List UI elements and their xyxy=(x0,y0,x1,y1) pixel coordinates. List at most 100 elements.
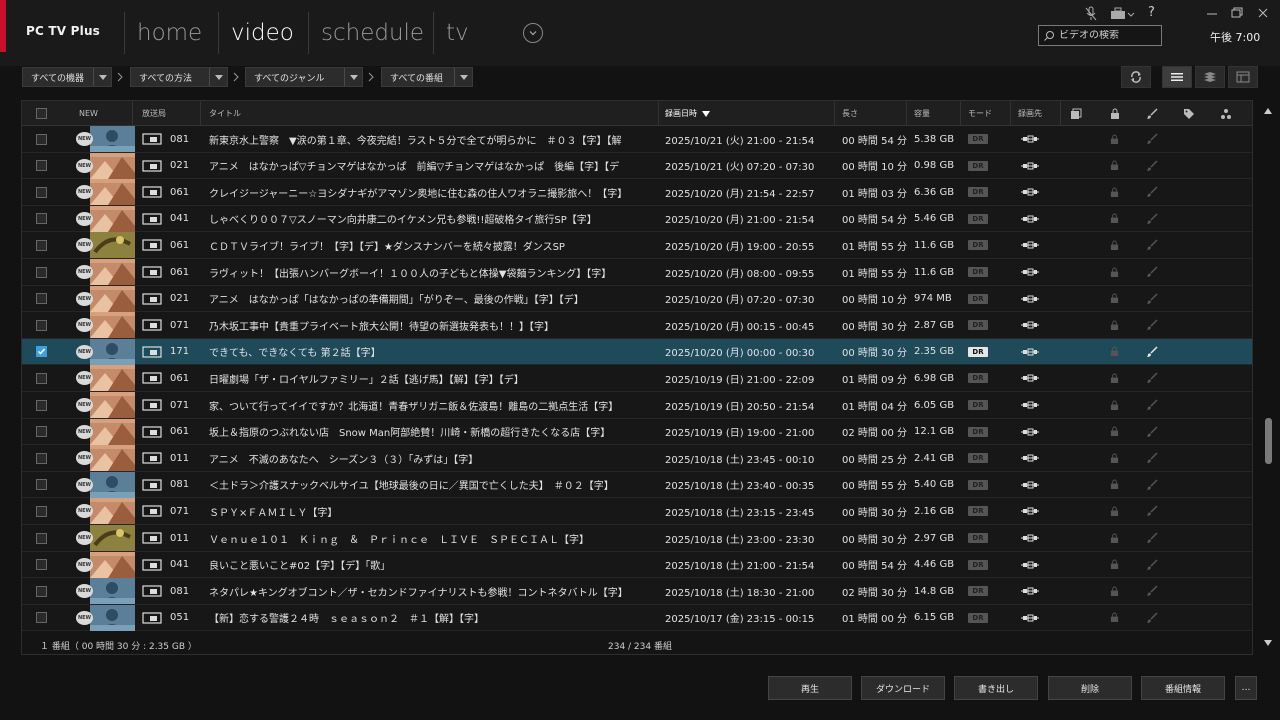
restore-icon[interactable] xyxy=(1230,6,1244,20)
table-row[interactable]: NEW 061 ＣＤＴＶライブ！ライブ！【字】【デ】★ダンスナンバーを続々披露！ダン… xyxy=(22,232,1252,259)
brush-icon[interactable] xyxy=(1146,392,1158,418)
row-checkbox[interactable] xyxy=(36,153,47,179)
tab-video[interactable]: video xyxy=(218,12,308,54)
row-checkbox[interactable] xyxy=(36,179,47,205)
lock-icon[interactable] xyxy=(1110,232,1119,258)
delete-button[interactable]: 削除 xyxy=(1048,676,1132,700)
row-checkbox[interactable] xyxy=(36,419,47,445)
table-row[interactable]: NEW 041 良いこと悪いこと#02【字】【デ】「歌」 2025/10/18 (土)… xyxy=(22,551,1252,579)
lock-icon[interactable] xyxy=(1110,259,1119,285)
lock-icon[interactable] xyxy=(1110,578,1119,604)
scroll-up-icon[interactable] xyxy=(1264,108,1272,114)
row-checkbox[interactable] xyxy=(36,206,47,232)
brush-icon[interactable] xyxy=(1146,312,1158,338)
table-row[interactable]: NEW 021 アニメ はなかっぱ「はなかっぱの準備期間」「がりぞー、最後の作戦」【… xyxy=(22,285,1252,313)
table-row[interactable]: NEW 011 Ｖｅｎｕｅ１０１ Ｋｉｎｇ ＆ Ｐｒｉｎｃｅ ＬＩＶＥ ＳＰＥＣＩＡ… xyxy=(22,525,1252,552)
brush-icon[interactable] xyxy=(1146,286,1158,312)
mic-off-icon[interactable] xyxy=(1084,6,1098,22)
table-row[interactable]: NEW 081 ＜土ドラ＞介護スナックベルサイユ【地球最後の日に／異国で亡くした夫】… xyxy=(22,471,1252,499)
lock-icon[interactable] xyxy=(1110,605,1119,631)
row-checkbox[interactable] xyxy=(36,498,47,524)
table-row[interactable]: NEW 061 日曜劇場「ザ・ロイヤルファミリー」２話【逃げ馬】【解】【字】【デ】 2… xyxy=(22,365,1252,392)
view-list-button[interactable] xyxy=(1162,66,1192,88)
filter-program[interactable]: すべての番組 xyxy=(381,67,473,87)
lock-icon[interactable] xyxy=(1110,498,1119,524)
brush-icon[interactable] xyxy=(1146,578,1158,604)
lock-icon[interactable] xyxy=(1110,339,1119,365)
table-row[interactable]: NEW 171 できても、できなくても 第２話【字】 2025/10/20 (月) 0… xyxy=(22,338,1252,366)
dropdown-arrow-icon[interactable] xyxy=(454,68,472,86)
table-row[interactable]: NEW 071 乃木坂工事中【貴重プライベート旅大公開！待望の新選抜発表も！！】【字… xyxy=(22,312,1252,339)
more-button[interactable]: … xyxy=(1235,676,1257,700)
export-button[interactable]: 書き出し xyxy=(954,676,1038,700)
brush-icon[interactable] xyxy=(1146,445,1158,471)
lock-icon[interactable] xyxy=(1110,419,1119,445)
minimize-icon[interactable] xyxy=(1205,6,1219,20)
lock-icon[interactable] xyxy=(1110,525,1119,551)
lock-icon[interactable] xyxy=(1110,206,1119,232)
dropdown-arrow-icon[interactable] xyxy=(209,68,227,86)
col-length[interactable]: 長さ xyxy=(842,101,858,126)
view-grid-button[interactable] xyxy=(1228,66,1258,88)
lock-icon[interactable] xyxy=(1110,179,1119,205)
help-icon[interactable]: ? xyxy=(1148,5,1160,21)
scrollbar-thumb[interactable] xyxy=(1265,418,1272,464)
brush-icon[interactable] xyxy=(1146,206,1158,232)
col-share[interactable] xyxy=(1220,101,1232,126)
row-checkbox[interactable] xyxy=(36,365,47,391)
vertical-scrollbar[interactable] xyxy=(1262,100,1274,655)
lock-icon[interactable] xyxy=(1110,365,1119,391)
row-checkbox[interactable] xyxy=(36,259,47,285)
row-checkbox[interactable] xyxy=(36,232,47,258)
program-info-button[interactable]: 番組情報 xyxy=(1141,676,1225,700)
col-new[interactable]: NEW xyxy=(79,101,98,126)
col-tag[interactable] xyxy=(1183,101,1195,126)
refresh-button[interactable] xyxy=(1121,66,1151,88)
col-size[interactable]: 容量 xyxy=(914,101,930,126)
brush-icon[interactable] xyxy=(1146,153,1158,179)
filter-device[interactable]: すべての機器 xyxy=(22,67,112,87)
nav-more-button[interactable] xyxy=(523,23,543,43)
brush-icon[interactable] xyxy=(1146,232,1158,258)
row-checkbox[interactable] xyxy=(36,525,47,551)
lock-icon[interactable] xyxy=(1110,153,1119,179)
brush-icon[interactable] xyxy=(1146,179,1158,205)
row-checkbox[interactable] xyxy=(36,472,47,498)
tab-schedule[interactable]: schedule xyxy=(308,12,433,54)
brush-icon[interactable] xyxy=(1146,498,1158,524)
table-row[interactable]: NEW 021 アニメ はなかっぱ▽チョンマゲはなかっぱ 前編▽チョンマゲはなかっぱ… xyxy=(22,152,1252,180)
row-checkbox[interactable] xyxy=(36,445,47,471)
brush-icon[interactable] xyxy=(1146,339,1158,365)
col-disc[interactable] xyxy=(1070,101,1082,126)
lock-icon[interactable] xyxy=(1110,286,1119,312)
toolbox-icon[interactable] xyxy=(1110,6,1136,22)
table-row[interactable]: NEW 061 ラヴィット！【出張ハンバーグボーイ！１００人の子どもと体操▼袋麺ラン… xyxy=(22,259,1252,286)
table-row[interactable]: NEW 071 ＳＰＹ×ＦＡＭＩＬＹ【字】 2025/10/18 (土) 23:15 … xyxy=(22,498,1252,525)
brush-icon[interactable] xyxy=(1146,419,1158,445)
brush-icon[interactable] xyxy=(1146,605,1158,631)
lock-icon[interactable] xyxy=(1110,392,1119,418)
col-mode[interactable]: モード xyxy=(968,101,992,126)
dropdown-arrow-icon[interactable] xyxy=(344,68,362,86)
dropdown-arrow-icon[interactable] xyxy=(93,68,111,86)
lock-icon[interactable] xyxy=(1110,472,1119,498)
table-row[interactable]: NEW 081 ネタパレ★キングオブコント／ザ・セカンドファイナリストも参戦！コント… xyxy=(22,578,1252,605)
close-icon[interactable] xyxy=(1256,6,1270,20)
row-checkbox[interactable] xyxy=(36,286,47,312)
brush-icon[interactable] xyxy=(1146,365,1158,391)
tab-home[interactable]: home xyxy=(124,12,218,54)
tab-tv[interactable]: tv xyxy=(433,12,498,54)
lock-icon[interactable] xyxy=(1110,312,1119,338)
col-dest[interactable]: 録画先 xyxy=(1018,101,1042,126)
view-stack-button[interactable] xyxy=(1195,66,1225,88)
row-checkbox[interactable] xyxy=(36,126,47,152)
col-title[interactable]: タイトル xyxy=(209,101,241,126)
scroll-down-icon[interactable] xyxy=(1264,640,1272,646)
brush-icon[interactable] xyxy=(1146,472,1158,498)
brush-icon[interactable] xyxy=(1146,126,1158,152)
row-checkbox[interactable] xyxy=(36,312,47,338)
col-date[interactable]: 録画日時 xyxy=(665,101,711,126)
table-row[interactable]: NEW 061 坂上＆指原のつぶれない店 Snow Man阿部絶賛！川崎・新橋の超行… xyxy=(22,418,1252,446)
table-row[interactable]: NEW 081 新東京水上警察 ▼涙の第１章、今夜完結！ラスト５分で全てが明らかに … xyxy=(22,126,1252,153)
filter-method[interactable]: すべての方法 xyxy=(130,67,228,87)
